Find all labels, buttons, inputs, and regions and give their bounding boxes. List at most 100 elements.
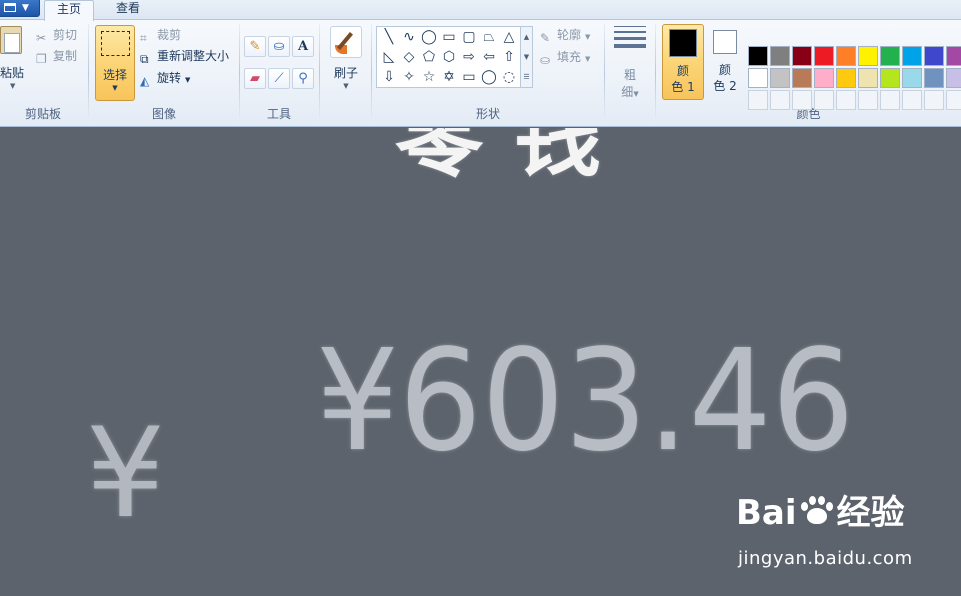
palette-swatch[interactable] [858,68,878,88]
palette-swatch-empty[interactable] [924,90,944,110]
color-2-label-line1: 颜 [718,63,731,77]
palette-swatch-empty[interactable] [946,90,961,110]
watermark-url: jingyan.baidu.com [738,548,913,569]
palette-swatch[interactable] [792,46,812,66]
shapes-gallery[interactable]: ╲ ∿ ◯ ▭ ▢ ⏢ △ ◺ ◇ ⬠ ⬡ ⇨ ⇦ ⇧ ⇩ ✧ ☆ ✡ ▭ ◯ ◌ [376,26,521,88]
shape-option[interactable]: ✧ [399,67,419,87]
palette-swatch[interactable] [902,46,922,66]
shape-option[interactable]: ⇩ [379,67,399,87]
palette-swatch-empty[interactable] [770,90,790,110]
brush-button[interactable]: 刷子 ▼ [326,26,366,96]
color-1-label-line1: 颜 [676,64,689,78]
shape-option[interactable]: ⬡ [439,47,459,67]
shape-option[interactable]: ◯ [479,67,499,87]
fill-icon[interactable]: ⛀ [268,36,290,57]
color-2-button[interactable]: 颜色 2 [704,24,746,100]
cut-button[interactable]: ✂ 剪切 [36,25,77,45]
shape-option[interactable]: ◌ [499,67,519,87]
palette-swatch[interactable] [902,68,922,88]
palette-swatch[interactable] [880,68,900,88]
palette-swatch[interactable] [924,68,944,88]
palette-swatch[interactable] [836,46,856,66]
ribbon: 粘贴 ▼ ✂ 剪切 ❐ 复制 剪贴板 选择 ▼ ⌗ 裁剪 ⧉ 重新调整大小 ◭ 旋转 ▼ 图… [0,20,961,127]
palette-swatch[interactable] [814,46,834,66]
palette-swatch[interactable] [814,68,834,88]
color-2-label-line2: 色 2 [713,79,737,93]
shapes-group-label: 形状 [475,107,500,121]
chevron-down-icon: ▼ [633,90,639,98]
size-label-text: 细 [621,85,634,99]
shape-option[interactable]: ◯ [419,27,439,47]
palette-swatch[interactable] [924,46,944,66]
palette-swatch-empty[interactable] [836,90,856,110]
shape-option[interactable]: ∿ [399,27,419,47]
shape-option[interactable]: ✡ [439,67,459,87]
crop-button[interactable]: ⌗ 裁剪 [140,25,181,45]
brush-label: 刷子 [333,66,358,80]
fill-bucket-icon: ⛀ [540,53,551,67]
shape-option[interactable]: ⏢ [479,27,499,47]
color-picker-icon[interactable]: ⟋ [268,68,290,89]
copy-button[interactable]: ❐ 复制 [36,46,77,66]
image-group-label: 图像 [151,107,176,121]
gallery-scrollbar[interactable]: ▲ ▼ ☰ [521,26,533,88]
tools-group-label: 工具 [266,107,291,121]
palette-swatch[interactable] [770,46,790,66]
palette-swatch[interactable] [792,68,812,88]
palette-swatch-empty[interactable] [880,90,900,110]
shape-option[interactable]: ▢ [459,27,479,47]
palette-swatch[interactable] [770,68,790,88]
group-divider [319,24,320,122]
palette-swatch[interactable] [836,68,856,88]
eraser-icon[interactable]: ▰ [244,68,266,89]
tools-group: ✎ ⛀ A ▰ ⟋ ⚲ 工具 [240,20,318,126]
chevron-down-icon: ▼ [343,82,349,90]
magnifier-icon[interactable]: ⚲ [292,68,314,89]
palette-swatch[interactable] [748,68,768,88]
scroll-down-icon[interactable]: ▼ [521,47,532,67]
watermark-brand: Bai 经验 [736,494,905,532]
scroll-up-icon[interactable]: ▲ [521,27,532,47]
palette-swatch[interactable] [880,46,900,66]
chevron-down-icon: ▼ [185,76,191,84]
shape-option[interactable]: ◺ [379,47,399,67]
size-button[interactable]: 粗 细▼ [610,26,650,99]
shape-option[interactable]: ▭ [439,27,459,47]
shape-option[interactable]: ⇨ [459,47,479,67]
resize-button[interactable]: ⧉ 重新调整大小 [140,46,229,66]
gallery-expand-icon[interactable]: ☰ [521,67,532,87]
shape-option[interactable]: ⇦ [479,47,499,67]
fill-button[interactable]: ⛀ 填充 ▼ [540,47,590,67]
palette-swatch[interactable] [946,68,961,88]
palette-swatch[interactable] [858,46,878,66]
palette-swatch-empty[interactable] [748,90,768,110]
tab-home[interactable]: 主页 [44,0,95,21]
palette-swatch[interactable] [946,46,961,66]
chevron-down-icon: ▼ [585,55,591,63]
shape-option[interactable]: △ [499,27,519,47]
outline-button[interactable]: ✎ 轮廓 ▼ [540,25,590,45]
palette-swatch-empty[interactable] [792,90,812,110]
size-label: 粗 细▼ [610,66,650,100]
shape-option[interactable]: ◇ [399,47,419,67]
palette-swatch-empty[interactable] [814,90,834,110]
rotate-button[interactable]: ◭ 旋转 ▼ [140,68,190,88]
shape-option[interactable]: ☆ [419,67,439,87]
chevron-down-icon: ▼ [22,3,29,13]
copy-label: 复制 [53,49,78,63]
shape-option[interactable]: ╲ [379,27,399,47]
shape-option[interactable]: ▭ [459,67,479,87]
text-icon[interactable]: A [292,36,314,57]
application-menu-button[interactable]: ▼ [0,0,40,17]
tab-view[interactable]: 查看 [104,0,152,21]
palette-swatch-empty[interactable] [902,90,922,110]
shape-option[interactable]: ⇧ [499,47,519,67]
shape-option[interactable]: ⬠ [419,47,439,67]
pencil-icon[interactable]: ✎ [244,36,266,57]
paste-button[interactable]: 粘贴 ▼ [0,20,30,100]
palette-swatch[interactable] [748,46,768,66]
select-button[interactable]: 选择 ▼ [95,25,135,101]
chevron-down-icon: ▼ [10,82,16,90]
palette-swatch-empty[interactable] [858,90,878,110]
color-1-button[interactable]: 颜色 1 [662,24,704,100]
